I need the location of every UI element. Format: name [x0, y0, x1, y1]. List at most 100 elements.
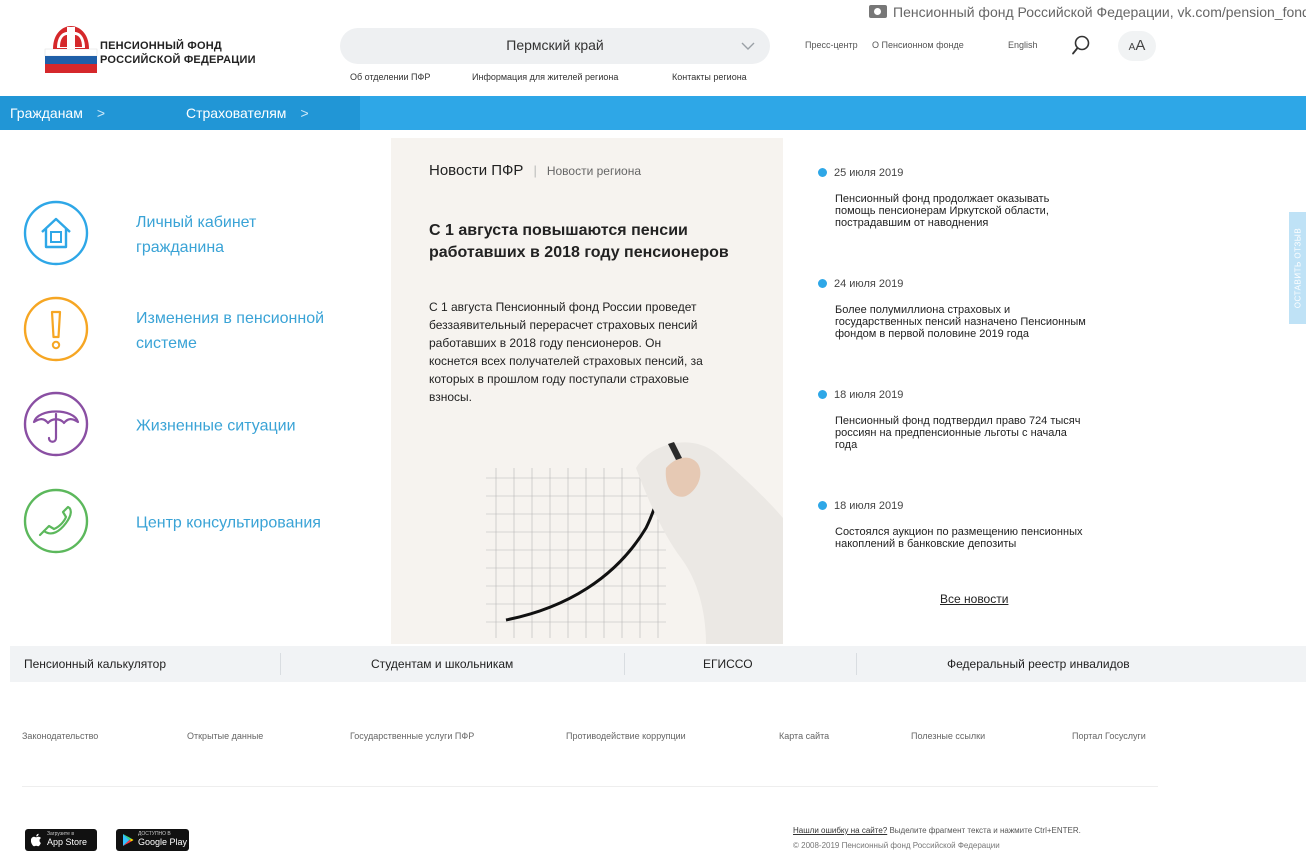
news-title-line: Состоялся аукцион по размещению пенсионн…: [835, 526, 1083, 538]
top-link-about[interactable]: О Пенсионном фонде: [872, 40, 964, 50]
copyright: © 2008-2019 Пенсионный фонд Российской Ф…: [793, 841, 1000, 850]
footer-link-anticorruption[interactable]: Противодействие коррупции: [566, 731, 686, 741]
service-title-line-1: Жизненные ситуации: [136, 417, 296, 435]
chevron-right-icon: >: [96, 105, 106, 121]
featured-body: С 1 августа Пенсионный фонд России прове…: [429, 298, 759, 406]
font-size-toggle[interactable]: AA: [1118, 31, 1156, 61]
news-item[interactable]: 18 июля 2019 Состоялся аукцион по размещ…: [818, 498, 1128, 550]
footer-link-sitemap[interactable]: Карта сайта: [779, 731, 829, 741]
error-notice: Нашли ошибку на сайте? Выделите фрагмент…: [793, 826, 1081, 835]
region-select[interactable]: Пермский край: [340, 28, 770, 64]
google-play-badge[interactable]: ДОСТУПНО В Google Play: [116, 829, 189, 851]
service-consulting-center[interactable]: Центр консультирования: [22, 487, 362, 559]
nav-item-citizens[interactable]: Гражданам >: [10, 96, 105, 130]
region-link-info[interactable]: Информация для жителей региона: [472, 72, 618, 82]
news-date: 18 июля 2019: [818, 387, 1128, 403]
service-title: Личный кабинет гражданина: [136, 210, 256, 260]
featured-headline[interactable]: С 1 августа повышаются пенсии работавших…: [429, 220, 759, 264]
nav-item-employers[interactable]: Страхователям >: [186, 96, 309, 130]
footer-divider: [22, 786, 1158, 787]
chevron-down-icon: [741, 42, 755, 50]
font-large-glyph: A: [1135, 37, 1146, 54]
news-title-line: Более полумиллиона страховых и: [835, 304, 1011, 316]
top-link-press[interactable]: Пресс-центр: [805, 40, 858, 50]
featured-body-line: которых в прошлом году поступали страхов…: [429, 372, 689, 386]
app-store-badge[interactable]: Загрузите в App Store: [25, 829, 97, 851]
news-title: Состоялся аукцион по размещению пенсионн…: [835, 526, 1120, 550]
footer-link-useful[interactable]: Полезные ссылки: [911, 731, 985, 741]
featured-news-panel: Новости ПФР | Новости региона С 1 августа …: [391, 138, 783, 644]
tab-pfr-news[interactable]: Новости ПФР: [429, 162, 523, 179]
footer-link-legislation[interactable]: Законодательство: [22, 731, 98, 741]
umbrella-icon: [23, 391, 89, 457]
error-notice-link[interactable]: Нашли ошибку на сайте?: [793, 826, 887, 835]
news-date-text: 18 июля 2019: [834, 500, 904, 512]
footer-link-gosuslugi[interactable]: Портал Госуслуги: [1072, 731, 1146, 741]
news-date: 18 июля 2019: [818, 498, 1128, 514]
app-store-label: App Store: [47, 837, 88, 847]
tab-separator: |: [533, 163, 537, 178]
main-nav: Гражданам > Страхователям >: [0, 96, 1306, 130]
news-title-line: года: [835, 439, 858, 451]
featured-body-line: коснется всех получателей страховых пенс…: [429, 354, 703, 368]
bullet-dot-icon: [818, 278, 827, 288]
news-item[interactable]: 25 июля 2019 Пенсионный фонд продолжает …: [818, 165, 1128, 229]
pfr-logo[interactable]: ПЕНСИОННЫЙ ФОНД РОССИЙСКОЙ ФЕДЕРАЦИИ: [44, 22, 284, 80]
service-life-situations[interactable]: Жизненные ситуации: [22, 390, 362, 462]
service-title-line-2: системе: [136, 335, 197, 352]
all-news-link[interactable]: Все новости: [940, 592, 1008, 606]
service-pension-changes[interactable]: Изменения в пенсионной системе: [22, 295, 362, 367]
featured-body-line: работавших в 2018 году пенсионеров. Он: [429, 336, 662, 350]
service-title-line-1: Центр консультирования: [136, 514, 321, 532]
logo-text: ПЕНСИОННЫЙ ФОНД РОССИЙСКОЙ ФЕДЕРАЦИИ: [100, 39, 256, 67]
tab-region-news[interactable]: Новости региона: [547, 164, 641, 178]
footer-link-open-data[interactable]: Открытые данные: [187, 731, 263, 741]
quick-link-students[interactable]: Студентам и школьникам: [371, 646, 513, 682]
search-icon[interactable]: [1070, 34, 1092, 56]
footer-link-services[interactable]: Государственные услуги ПФР: [350, 731, 474, 741]
feedback-side-tab[interactable]: ОСТАВИТЬ ОТЗЫВ: [1289, 212, 1306, 324]
region-link-about[interactable]: Об отделении ПФР: [350, 72, 430, 82]
photo-credit: Пенсионный фонд Российской Федерации, vk…: [831, 0, 1306, 22]
quick-links-bar: Пенсионный калькулятор Студентам и школь…: [10, 646, 1306, 682]
bullet-dot-icon: [818, 389, 827, 399]
house-icon: [23, 200, 89, 266]
pfr-emblem-icon: [44, 26, 98, 73]
quick-link-egisso[interactable]: ЕГИССО: [703, 646, 753, 682]
news-date: 24 июля 2019: [818, 276, 1128, 292]
service-personal-account[interactable]: Личный кабинет гражданина: [22, 199, 362, 271]
news-title-line: Пенсионный фонд продолжает оказывать: [835, 193, 1050, 205]
featured-headline-line-1: С 1 августа повышаются пенсии: [429, 222, 688, 239]
apple-icon: [31, 833, 41, 847]
news-title-line: Пенсионный фонд подтвердил право 724 тыс…: [835, 415, 1081, 427]
news-date-text: 18 июля 2019: [834, 389, 904, 401]
exclamation-icon: [23, 296, 89, 362]
news-item[interactable]: 24 июля 2019 Более полумиллиона страховы…: [818, 276, 1128, 340]
growth-chart-illustration: [486, 442, 783, 644]
service-title: Изменения в пенсионной системе: [136, 306, 324, 356]
top-link-english[interactable]: English: [1008, 40, 1038, 50]
news-title-line: фондом в первой половине 2019 года: [835, 328, 1029, 340]
quick-link-disabled-registry[interactable]: Федеральный реестр инвалидов: [947, 646, 1130, 682]
divider: [280, 653, 281, 675]
news-item[interactable]: 18 июля 2019 Пенсионный фонд подтвердил …: [818, 387, 1128, 451]
logo-line-1: ПЕНСИОННЫЙ ФОНД: [100, 40, 222, 52]
region-link-contacts[interactable]: Контакты региона: [672, 72, 747, 82]
divider: [856, 653, 857, 675]
chevron-right-icon: >: [300, 105, 309, 121]
service-title-line-1: Личный кабинет: [136, 214, 257, 231]
photo-credit-text: Пенсионный фонд Российской Федерации, vk…: [893, 4, 1306, 20]
news-title-line: помощь пенсионерам Иркутской области,: [835, 205, 1049, 217]
news-title-line: накоплений в банковские депозиты: [835, 538, 1017, 550]
news-title: Более полумиллиона страховых и государств…: [835, 304, 1120, 340]
news-date: 25 июля 2019: [818, 165, 1128, 181]
service-title-line-1: Изменения в пенсионной: [136, 310, 325, 327]
featured-body-line: беззаявительный перерасчет страховых пен…: [429, 318, 698, 332]
quick-link-calculator[interactable]: Пенсионный калькулятор: [24, 646, 166, 682]
service-title: Центр консультирования: [136, 511, 321, 536]
bullet-dot-icon: [818, 500, 827, 510]
featured-headline-line-2: работавших в 2018 году пенсионеров: [429, 244, 729, 261]
nav-item-employers-label: Страхователям: [186, 105, 287, 121]
news-date-text: 25 июля 2019: [834, 167, 904, 179]
service-title-line-2: гражданина: [136, 239, 225, 256]
